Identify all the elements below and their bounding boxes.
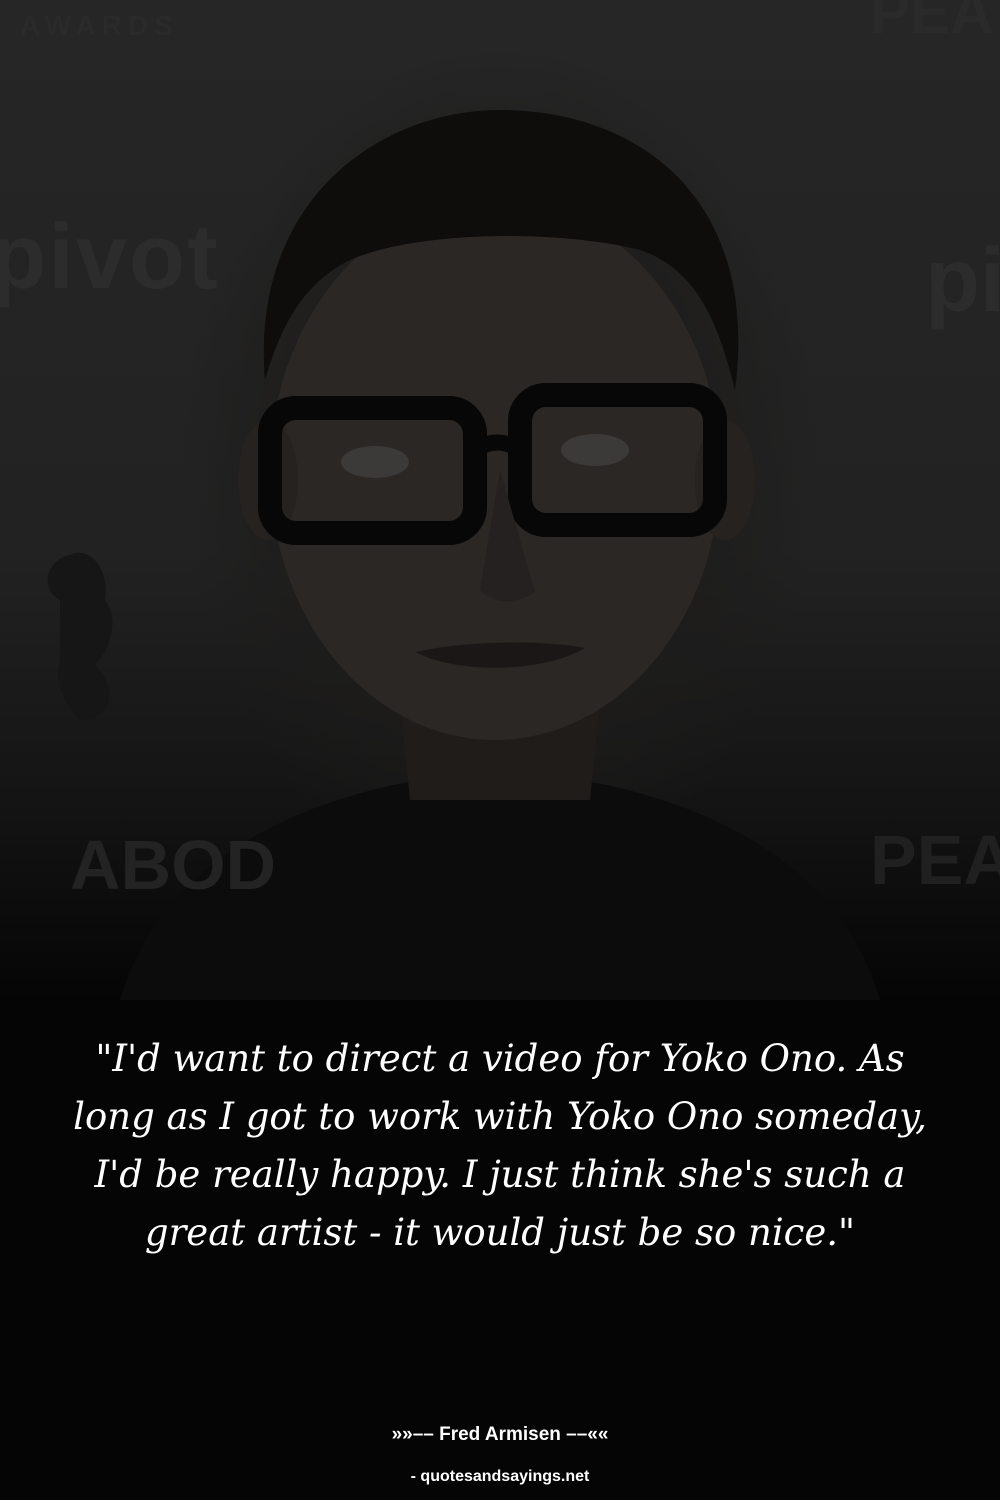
right-eye	[561, 434, 629, 466]
backdrop-pivot-right-text: pi	[925, 231, 1000, 331]
backdrop-peabody-right-text: PEA	[870, 821, 1000, 899]
backdrop-pivot-left-text: pivot	[0, 206, 220, 308]
source-credit: - quotesandsayings.net	[410, 1468, 590, 1485]
backdrop-awards-text: AWARDS	[20, 10, 179, 41]
quote-author: »»–– Fred Armisen ––««	[391, 1424, 609, 1445]
backdrop-peabody-top-text: PEA	[870, 0, 994, 46]
left-eye	[341, 446, 409, 478]
quote-text: "I'd want to direct a video for Yoko Ono…	[73, 1037, 927, 1254]
quote-card: AWARDS PEA pivot pi ABOD PEA "I'd want t…	[0, 0, 1000, 1500]
background-photo: AWARDS PEA pivot pi ABOD PEA	[0, 0, 1000, 1000]
profile-silhouette-logo	[47, 552, 113, 720]
backdrop-peabody-left-text: ABOD	[70, 826, 277, 904]
